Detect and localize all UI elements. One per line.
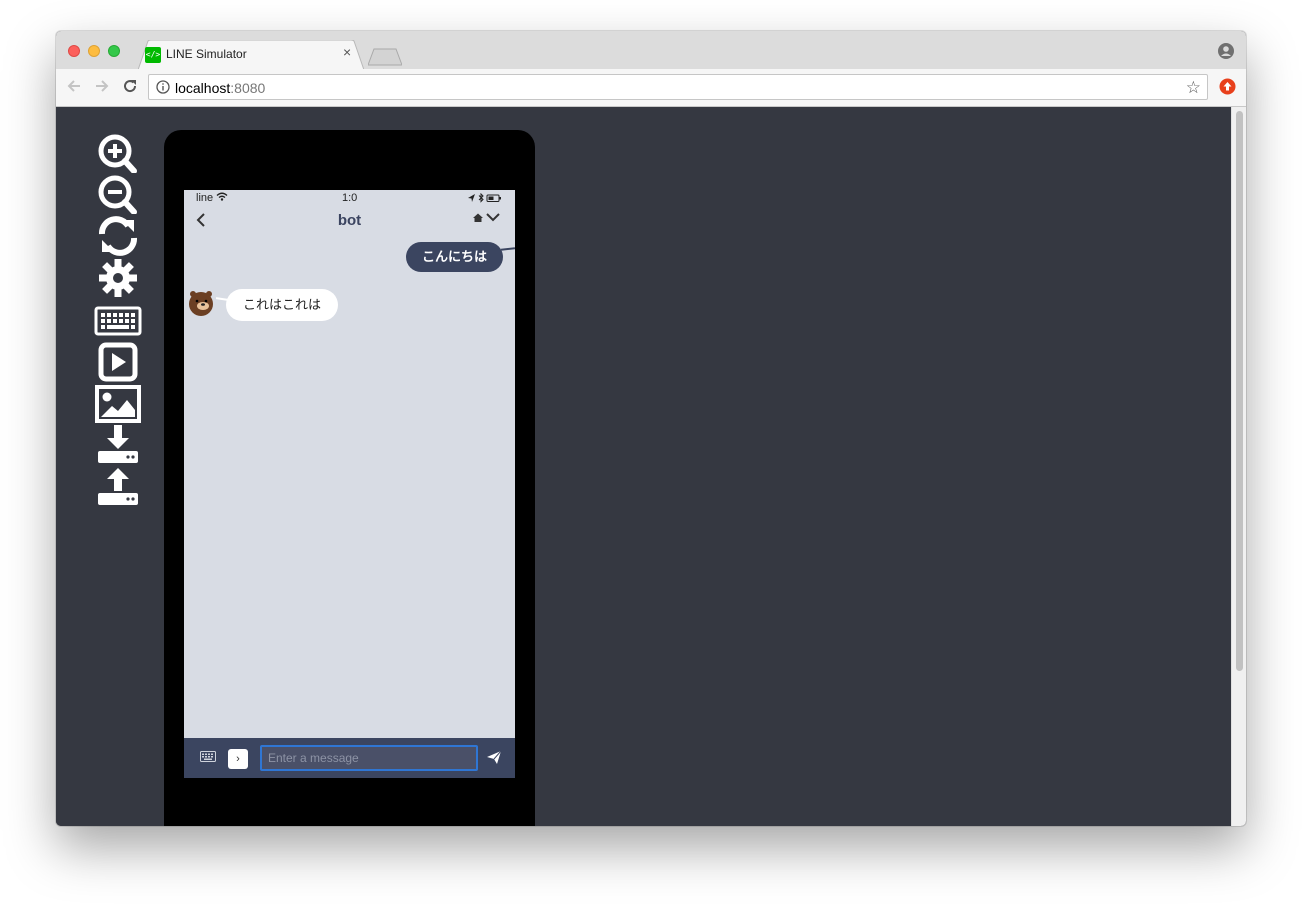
url-host: localhost	[175, 80, 231, 96]
chat-title: bot	[337, 212, 362, 229]
send-icon[interactable]	[487, 751, 501, 764]
close-tab-button[interactable]: ×	[343, 44, 351, 60]
outgoing-message: こんにちは	[405, 242, 503, 272]
extension-upload-icon[interactable]	[1219, 78, 1236, 95]
minimize-window-button[interactable]	[88, 45, 100, 57]
expand-menu-button[interactable]: ›	[228, 749, 248, 769]
settings-icon[interactable]	[94, 258, 142, 298]
phone-screen: line 1:0 bot こんにちは これはこれは › Enter a mess…	[184, 190, 515, 778]
profile-icon[interactable]	[1218, 43, 1234, 59]
status-icons	[467, 192, 503, 206]
tab-line-simulator[interactable]: </> LINE Simulator ×	[138, 40, 364, 70]
bot-avatar	[189, 291, 213, 316]
play-video-icon[interactable]	[94, 342, 142, 382]
incoming-message: これはこれは	[226, 289, 339, 321]
reload-icon[interactable]	[122, 78, 138, 94]
zoom-in-icon[interactable]	[94, 133, 142, 173]
close-window-button[interactable]	[68, 45, 80, 57]
forward-arrow-icon[interactable]	[94, 78, 110, 94]
new-tab-button[interactable]	[368, 48, 402, 66]
chat-header: bot	[184, 206, 515, 234]
browser-window: </> LINE Simulator × localhost:8080 ☆ li…	[56, 31, 1246, 826]
location-bluetooth-battery-icon	[468, 192, 501, 203]
download-icon[interactable]	[94, 425, 142, 465]
status-bar: line 1:0	[184, 190, 515, 206]
browser-toolbar: localhost:8080 ☆	[56, 69, 1246, 107]
url-port: :8080	[230, 80, 266, 96]
scrollbar-thumb[interactable]	[1236, 111, 1243, 671]
url-text: localhost:8080	[175, 80, 265, 96]
message-input-bar: ›	[184, 738, 515, 778]
tab-title: LINE Simulator	[166, 47, 247, 61]
message-input[interactable]	[260, 745, 478, 771]
outgoing-bubble-tail	[500, 247, 515, 251]
address-bar[interactable]: localhost:8080 ☆	[148, 74, 1208, 100]
maximize-window-button[interactable]	[108, 45, 120, 57]
bookmark-star-icon[interactable]: ☆	[1186, 78, 1201, 98]
phone-frame: line 1:0 bot こんにちは これはこれは › Enter a mess…	[164, 130, 535, 826]
line-favicon-icon: </>	[145, 47, 161, 63]
keyboard-icon[interactable]	[94, 300, 142, 340]
page-scrollbar[interactable]	[1231, 107, 1246, 826]
tab-strip: </> LINE Simulator ×	[56, 31, 1246, 70]
simulator-page: line 1:0 bot こんにちは これはこれは › Enter a mess…	[56, 107, 1231, 826]
status-time: 1:0	[342, 192, 358, 204]
wifi-icon	[216, 192, 228, 201]
home-menu-icon[interactable]	[473, 212, 501, 224]
input-keyboard-icon[interactable]	[200, 751, 216, 762]
image-icon[interactable]	[94, 384, 142, 424]
upload-icon[interactable]	[94, 467, 142, 507]
back-arrow-icon[interactable]	[66, 78, 82, 94]
refresh-icon[interactable]	[94, 216, 142, 256]
zoom-out-icon[interactable]	[94, 174, 142, 214]
carrier-label: line	[196, 192, 228, 204]
info-icon[interactable]	[156, 80, 170, 94]
carrier-text: line	[196, 192, 214, 204]
